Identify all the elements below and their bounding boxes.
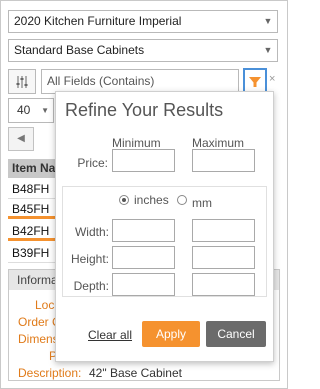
catalog-select[interactable]: 2020 Kitchen Furniture Imperial ▼ xyxy=(8,10,278,33)
table-row[interactable]: B42FH xyxy=(8,221,56,241)
clear-all-link[interactable]: Clear all xyxy=(88,328,132,342)
minimum-column-label: Minimum xyxy=(112,136,161,150)
catalog-select-value: 2020 Kitchen Furniture Imperial xyxy=(14,14,182,28)
sliders-icon xyxy=(16,75,28,88)
page-size-select[interactable]: 40 ▼ xyxy=(8,98,54,123)
inches-radio[interactable] xyxy=(119,195,129,205)
previous-page-button[interactable]: ◀ xyxy=(8,127,34,151)
price-filter-label: Price: xyxy=(77,156,108,170)
sliders-filter-button[interactable] xyxy=(8,69,36,94)
price-max-input[interactable] xyxy=(192,149,255,172)
mm-label: mm xyxy=(192,196,212,210)
mm-radio[interactable] xyxy=(177,195,187,205)
description-label: Description: xyxy=(18,366,82,380)
search-placeholder: All Fields (Contains) xyxy=(47,74,155,88)
table-row[interactable]: B45FH xyxy=(8,199,56,219)
dialog-title: Refine Your Results xyxy=(65,100,224,120)
height-max-input[interactable] xyxy=(192,246,255,269)
funnel-icon xyxy=(249,76,261,87)
chevron-down-icon: ▼ xyxy=(41,106,49,115)
dimensions-filter-group: inches mm Width: Height: Depth: xyxy=(62,186,267,297)
table-row[interactable]: B39FH xyxy=(8,243,56,263)
apply-button[interactable]: Apply xyxy=(142,321,200,347)
category-select-value: Standard Base Cabinets xyxy=(14,43,145,57)
width-max-input[interactable] xyxy=(192,219,255,242)
grid-header-item-name[interactable]: Item Name xyxy=(8,159,56,178)
chevron-down-icon: ▼ xyxy=(263,45,273,55)
depth-min-input[interactable] xyxy=(112,273,175,296)
description-value: 42" Base Cabinet xyxy=(89,366,182,380)
depth-max-input[interactable] xyxy=(192,273,255,296)
app-frame: 2020 Kitchen Furniture Imperial ▼ Standa… xyxy=(0,0,288,389)
height-label: Height: xyxy=(70,252,109,266)
clear-search-icon[interactable]: × xyxy=(269,73,275,85)
inches-label: inches xyxy=(134,193,169,207)
refine-results-dialog: Refine Your Results Minimum Maximum Pric… xyxy=(55,91,274,362)
price-min-input[interactable] xyxy=(112,149,175,172)
table-row[interactable]: B48FH xyxy=(8,179,56,199)
width-min-input[interactable] xyxy=(112,219,175,242)
chevron-left-icon: ◀ xyxy=(17,133,25,144)
maximum-column-label: Maximum xyxy=(192,136,245,150)
depth-label: Depth: xyxy=(73,279,109,293)
cancel-button[interactable]: Cancel xyxy=(206,321,266,347)
category-select[interactable]: Standard Base Cabinets ▼ xyxy=(8,39,278,62)
page-size-value: 40 xyxy=(17,103,31,117)
width-label: Width: xyxy=(74,225,109,239)
height-min-input[interactable] xyxy=(112,246,175,269)
chevron-down-icon: ▼ xyxy=(263,16,273,26)
